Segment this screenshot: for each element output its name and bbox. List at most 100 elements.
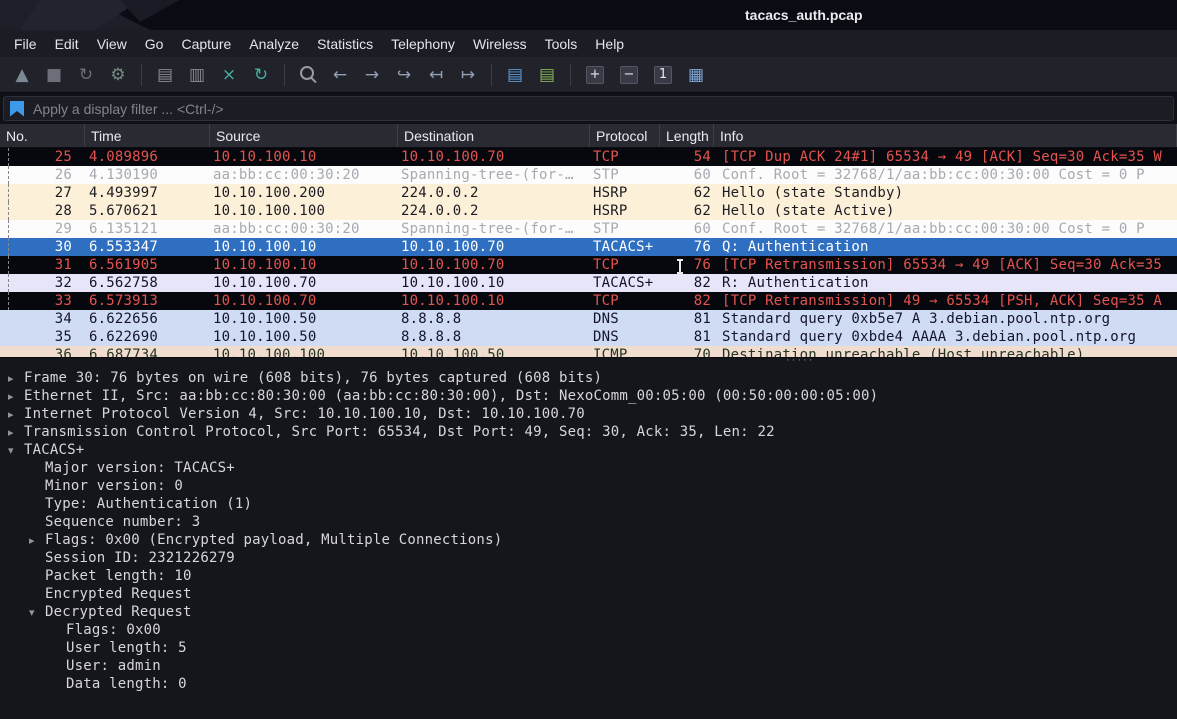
detail-line[interactable]: User length: 5 [0, 639, 1177, 657]
close-capture-file-icon[interactable]: × [216, 62, 242, 88]
kali-logo-decoration [0, 0, 220, 30]
conversation-indicator [8, 166, 9, 184]
go-to-last-packet-icon[interactable]: ↦ [455, 62, 481, 88]
reload-capture-file-icon[interactable]: ↻ [248, 62, 274, 88]
cell-source: 10.10.100.100 [210, 346, 398, 357]
detail-line[interactable]: Packet length: 10 [0, 567, 1177, 585]
go-back-icon[interactable]: ← [327, 62, 353, 88]
menu-go[interactable]: Go [136, 32, 173, 56]
packet-row[interactable]: 28 5.670621 10.10.100.100 224.0.0.2 HSRP… [0, 202, 1177, 220]
menu-file[interactable]: File [5, 32, 46, 56]
detail-text: User length: 5 [66, 640, 187, 656]
go-forward-icon[interactable]: → [359, 62, 385, 88]
save-capture-file-icon[interactable]: ▥ [184, 62, 210, 88]
cell-length: 54 [660, 148, 714, 166]
menu-edit[interactable]: Edit [46, 32, 88, 56]
menu-help[interactable]: Help [586, 32, 633, 56]
stop-capture-icon[interactable]: ■ [41, 62, 67, 88]
pane-splitter[interactable]: ····· [0, 357, 1177, 367]
expand-arrow-icon[interactable]: ▸ [29, 534, 45, 547]
conversation-indicator [8, 220, 9, 238]
cell-length: 62 [660, 202, 714, 220]
column-header-info[interactable]: Info [714, 124, 1177, 147]
menu-capture[interactable]: Capture [172, 32, 240, 56]
detail-line[interactable]: Data length: 0 [0, 675, 1177, 693]
column-header-no[interactable]: No. [0, 124, 85, 147]
packet-row[interactable]: 27 4.493997 10.10.100.200 224.0.0.2 HSRP… [0, 184, 1177, 202]
filter-bookmark-icon[interactable] [10, 101, 24, 117]
cell-time: 6.135121 [85, 220, 210, 238]
detail-line[interactable]: User: admin [0, 657, 1177, 675]
title-bar: tacacs_auth.pcap [0, 0, 1177, 30]
resize-columns-icon[interactable]: ▦ [683, 62, 709, 88]
packet-row[interactable]: 32 6.562758 10.10.100.70 10.10.100.10 TA… [0, 274, 1177, 292]
expand-arrow-icon[interactable]: ▾ [8, 444, 24, 457]
expand-arrow-icon[interactable]: ▸ [8, 408, 24, 421]
menu-wireless[interactable]: Wireless [464, 32, 536, 56]
packet-row[interactable]: 30 6.553347 10.10.100.10 10.10.100.70 TA… [0, 238, 1177, 256]
detail-line[interactable]: Encrypted Request [0, 585, 1177, 603]
go-to-packet-icon[interactable]: ↪ [391, 62, 417, 88]
cell-no: 34 [0, 310, 85, 328]
menu-telephony[interactable]: Telephony [382, 32, 464, 56]
cell-time: 4.130190 [85, 166, 210, 184]
packet-row[interactable]: 25 4.089896 10.10.100.10 10.10.100.70 TC… [0, 148, 1177, 166]
detail-line[interactable]: ▸ Ethernet II, Src: aa:bb:cc:80:30:00 (a… [0, 387, 1177, 405]
find-packet-icon[interactable] [295, 62, 321, 88]
cell-time: 6.562758 [85, 274, 210, 292]
packet-row[interactable]: 31 6.561905 10.10.100.10 10.10.100.70 TC… [0, 256, 1177, 274]
open-capture-file-icon[interactable]: ▤ [152, 62, 178, 88]
packet-row[interactable]: 33 6.573913 10.10.100.70 10.10.100.10 TC… [0, 292, 1177, 310]
menu-statistics[interactable]: Statistics [308, 32, 382, 56]
zoom-out-icon[interactable]: − [620, 66, 638, 84]
column-header-time[interactable]: Time [85, 124, 210, 147]
detail-line[interactable]: Major version: TACACS+ [0, 459, 1177, 477]
detail-line[interactable]: ▾ Decrypted Request [0, 603, 1177, 621]
detail-line[interactable]: Minor version: 0 [0, 477, 1177, 495]
packet-row[interactable]: 26 4.130190 aa:bb:cc:00:30:20 Spanning-t… [0, 166, 1177, 184]
detail-line[interactable]: Session ID: 2321226279 [0, 549, 1177, 567]
menu-analyze[interactable]: Analyze [240, 32, 308, 56]
packet-row[interactable]: 34 6.622656 10.10.100.50 8.8.8.8 DNS 81 … [0, 310, 1177, 328]
detail-line[interactable]: Flags: 0x00 [0, 621, 1177, 639]
splitter-handle[interactable]: ····· [786, 354, 814, 366]
column-header-len[interactable]: Length [660, 124, 714, 147]
column-header-proto[interactable]: Protocol [590, 124, 660, 147]
packet-row[interactable]: 36 6.687734 10.10.100.100 10.10.100.50 I… [0, 346, 1177, 357]
column-header-src[interactable]: Source [210, 124, 398, 147]
cell-destination: Spanning-tree-(for-… [398, 220, 590, 238]
restart-capture-icon[interactable]: ↻ [73, 62, 99, 88]
detail-line[interactable]: ▸ Transmission Control Protocol, Src Por… [0, 423, 1177, 441]
start-capture-icon[interactable]: ▲ [9, 62, 35, 88]
packet-row[interactable]: 29 6.135121 aa:bb:cc:00:30:20 Spanning-t… [0, 220, 1177, 238]
go-to-first-packet-icon[interactable]: ↤ [423, 62, 449, 88]
cell-source: 10.10.100.70 [210, 292, 398, 310]
detail-line[interactable]: Sequence number: 3 [0, 513, 1177, 531]
zoom-in-icon[interactable]: + [586, 66, 604, 84]
expand-arrow-icon[interactable]: ▸ [8, 390, 24, 403]
conversation-indicator [8, 202, 9, 220]
expand-arrow-icon[interactable]: ▸ [8, 372, 24, 385]
zoom-100-icon[interactable]: 1 [654, 66, 672, 84]
expand-arrow-icon[interactable]: ▾ [29, 606, 45, 619]
capture-options-icon[interactable]: ⚙ [105, 62, 131, 88]
cell-length: 60 [660, 220, 714, 238]
detail-line[interactable]: ▸ Internet Protocol Version 4, Src: 10.1… [0, 405, 1177, 423]
cell-info: [TCP Retransmission] 49 → 65534 [PSH, AC… [714, 292, 1177, 310]
expand-arrow-icon[interactable]: ▸ [8, 426, 24, 439]
menu-tools[interactable]: Tools [536, 32, 587, 56]
detail-line[interactable]: ▸ Frame 30: 76 bytes on wire (608 bits),… [0, 369, 1177, 387]
colorize-packet-list-icon[interactable]: ▤ [502, 62, 528, 88]
detail-line[interactable]: ▸ Flags: 0x00 (Encrypted payload, Multip… [0, 531, 1177, 549]
cell-info: Hello (state Standby) [714, 184, 1177, 202]
menu-view[interactable]: View [88, 32, 136, 56]
auto-scroll-icon[interactable]: ▤ [534, 62, 560, 88]
cell-no: 27 [0, 184, 85, 202]
detail-line[interactable]: ▾ TACACS+ [0, 441, 1177, 459]
display-filter-input[interactable]: Apply a display filter ... <Ctrl-/> [3, 96, 1174, 121]
cell-no: 29 [0, 220, 85, 238]
packet-row[interactable]: 35 6.622690 10.10.100.50 8.8.8.8 DNS 81 … [0, 328, 1177, 346]
detail-line[interactable]: Type: Authentication (1) [0, 495, 1177, 513]
column-header-dst[interactable]: Destination [398, 124, 590, 147]
detail-text: Session ID: 2321226279 [45, 550, 235, 566]
